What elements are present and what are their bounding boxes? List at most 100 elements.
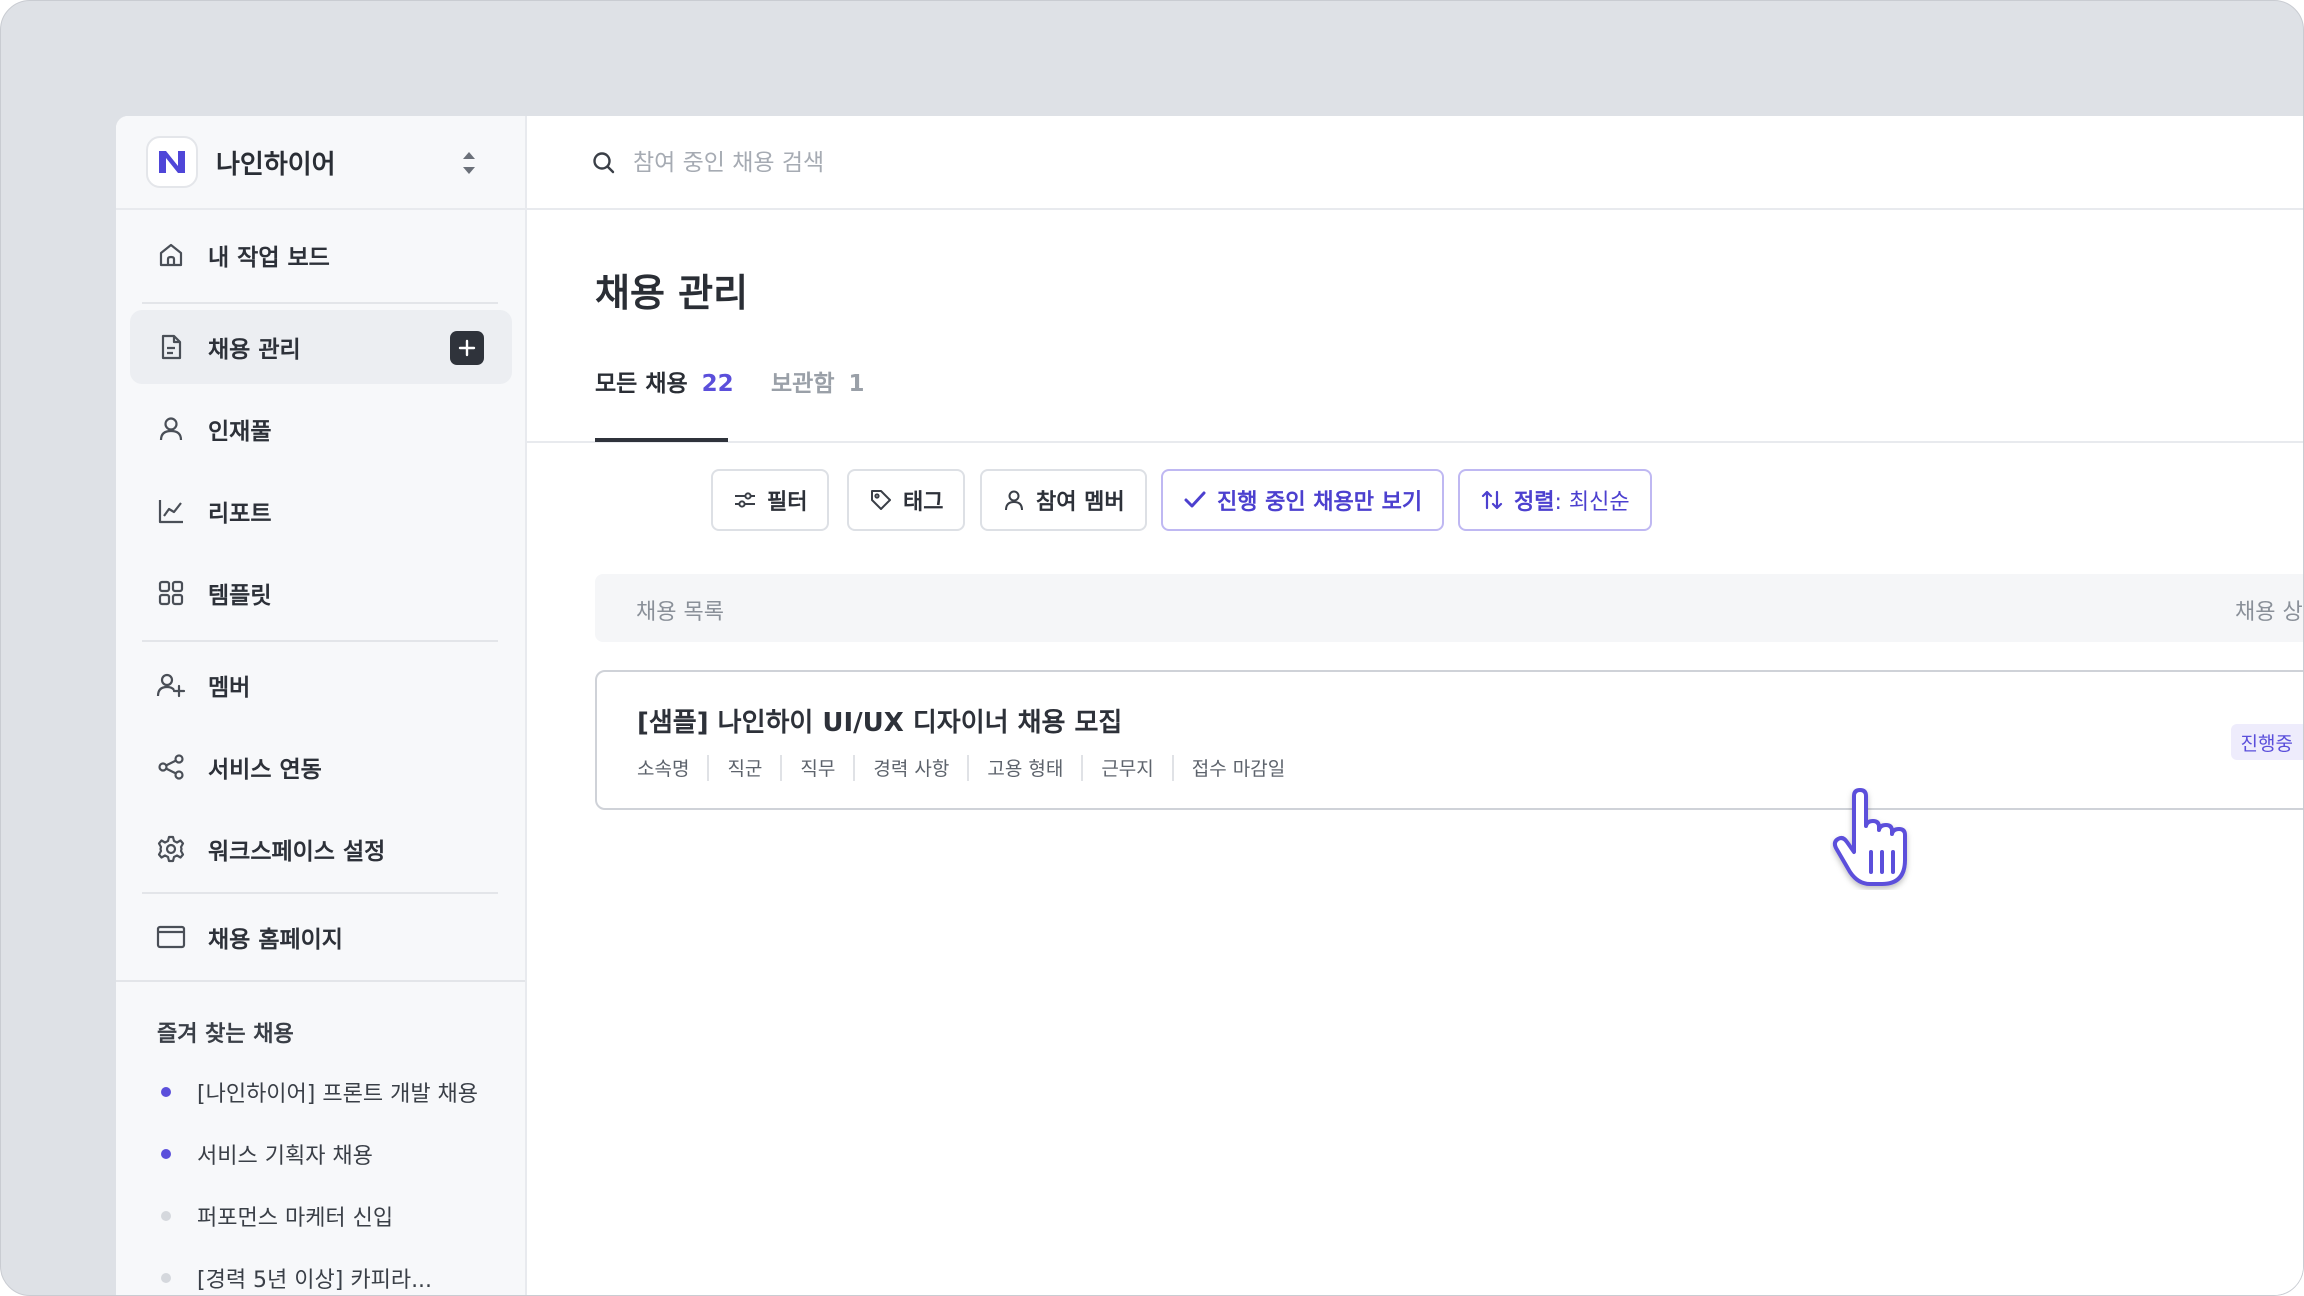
main-content: 채용 관리 모든 채용 22 보관함 1 필터 태그	[527, 116, 2303, 1295]
user-plus-icon	[156, 670, 186, 700]
sidebar-item-label: 내 작업 보드	[208, 245, 330, 271]
window-frame: 나인하이어 내 작업 보드 채용 관리 인재풀 리포트 템플릿 멤버 서비스 연…	[0, 0, 2304, 1296]
sidebar-item-templates[interactable]: 템플릿	[130, 556, 512, 630]
sidebar-item-members[interactable]: 멤버	[130, 648, 512, 722]
status-dot	[161, 1211, 171, 1221]
job-title: [샘플] 나인하이 UI/UX 디자이너 채용 모집	[637, 708, 1123, 738]
workspace-name: 나인하이어	[216, 150, 336, 180]
workspace-switcher[interactable]: 나인하이어	[116, 116, 525, 210]
sidebar-item-label: 워크스페이스 설정	[208, 839, 386, 865]
meta-role: 직무	[800, 758, 836, 780]
gear-icon	[156, 834, 186, 864]
tab-all-recruitments[interactable]: 모든 채용 22	[595, 364, 734, 398]
chart-line-icon	[156, 496, 186, 526]
favorite-label: [경력 5년 이상] 카피라...	[197, 1268, 433, 1293]
status-badge: 진행중	[2230, 724, 2303, 760]
active-tab-indicator	[595, 438, 728, 442]
meta-separator	[1081, 754, 1084, 781]
sidebar-divider	[142, 892, 498, 894]
meta-job-group: 직군	[727, 758, 763, 780]
check-icon	[1183, 489, 1207, 511]
tab-label: 보관함	[771, 371, 835, 397]
favorite-item[interactable]: 퍼포먼스 마케터 신입	[161, 1200, 393, 1232]
tag-icon	[869, 488, 893, 512]
meta-separator	[1171, 754, 1174, 781]
workspace-logo-icon	[146, 136, 198, 188]
status-dot	[161, 1273, 171, 1283]
list-header: 채용 목록 채용 상태	[595, 574, 2303, 642]
sidebar-item-label: 서비스 연동	[208, 757, 322, 783]
favorite-label: 퍼포먼스 마케터 신입	[197, 1206, 394, 1231]
meta-separator	[707, 754, 710, 781]
tab-count: 1	[848, 371, 865, 397]
sidebar-divider	[142, 640, 498, 642]
members-label: 참여 멤버	[1036, 490, 1125, 515]
favorite-item[interactable]: 서비스 기획자 채용	[161, 1138, 373, 1170]
tag-label: 태그	[903, 490, 944, 515]
status-dot	[161, 1149, 171, 1159]
grid-icon	[156, 578, 186, 608]
filter-button[interactable]: 필터	[711, 469, 830, 531]
favorite-item[interactable]: [경력 5년 이상] 카피라...	[161, 1262, 432, 1294]
search-bar	[527, 116, 2303, 210]
tag-button[interactable]: 태그	[847, 469, 966, 531]
sidebar-item-label: 멤버	[208, 675, 251, 701]
favorites-title: 즐겨 찾는 채용	[157, 1022, 294, 1047]
sort-label: 정렬	[1514, 490, 1555, 515]
sort-value: : 최신순	[1554, 490, 1630, 515]
meta-location: 근무지	[1101, 758, 1154, 780]
sidebar-item-workspace-settings[interactable]: 워크스페이스 설정	[130, 812, 512, 886]
search-input[interactable]	[631, 142, 1235, 184]
share-icon	[156, 752, 186, 782]
search-icon	[593, 152, 615, 174]
sidebar-item-label: 리포트	[208, 501, 272, 527]
sidebar-divider	[116, 980, 525, 982]
home-icon	[156, 240, 186, 270]
sidebar: 나인하이어 내 작업 보드 채용 관리 인재풀 리포트 템플릿 멤버 서비스 연…	[116, 116, 527, 1295]
favorite-item[interactable]: [나인하이어] 프론트 개발 채용	[161, 1076, 478, 1108]
favorite-label: 서비스 기획자 채용	[197, 1144, 373, 1169]
person-icon	[156, 414, 186, 444]
sliders-icon	[733, 490, 757, 510]
sidebar-item-talent-pool[interactable]: 인재풀	[130, 392, 512, 466]
participating-members-button[interactable]: 참여 멤버	[980, 469, 1147, 531]
list-header-title: 채용 목록	[636, 600, 724, 625]
meta-employment-type: 고용 형태	[987, 758, 1064, 780]
hand-cursor-icon	[1832, 788, 1907, 886]
meta-experience: 경력 사항	[873, 758, 950, 780]
person-icon	[1002, 488, 1026, 512]
sidebar-item-label: 채용 관리	[208, 337, 301, 363]
sort-arrows-icon	[1480, 488, 1504, 512]
sidebar-divider	[142, 302, 498, 304]
sidebar-item-label: 채용 홈페이지	[208, 927, 343, 953]
filter-label: 필터	[767, 490, 808, 515]
meta-separator	[967, 754, 970, 781]
active-only-toggle[interactable]: 진행 중인 채용만 보기	[1161, 469, 1445, 531]
sidebar-item-report[interactable]: 리포트	[130, 474, 512, 548]
sort-button[interactable]: 정렬 : 최신순	[1458, 469, 1652, 531]
sidebar-item-integrations[interactable]: 서비스 연동	[130, 730, 512, 804]
tabs-divider	[527, 441, 2303, 443]
tab-archive[interactable]: 보관함 1	[771, 364, 865, 398]
active-only-label: 진행 중인 채용만 보기	[1217, 490, 1423, 515]
sidebar-item-label: 템플릿	[208, 583, 272, 609]
sidebar-item-career-site[interactable]: 채용 홈페이지	[130, 900, 512, 974]
job-meta: 소속명 직군 직무 경력 사항 고용 형태 근무지 접수 마감일	[637, 754, 1285, 781]
sidebar-item-label: 인재풀	[208, 419, 272, 445]
sidebar-item-dashboard[interactable]: 내 작업 보드	[130, 218, 512, 292]
meta-deadline: 접수 마감일	[1191, 758, 1286, 780]
browser-window-icon	[156, 922, 186, 952]
favorite-label: [나인하이어] 프론트 개발 채용	[197, 1082, 479, 1107]
status-dot	[161, 1087, 171, 1097]
tab-label: 모든 채용	[595, 371, 688, 397]
meta-separator	[853, 754, 856, 781]
page-title: 채용 관리	[595, 271, 749, 315]
chevron-updown-icon[interactable]	[460, 148, 478, 178]
meta-separator	[780, 754, 783, 781]
list-header-status: 채용 상태	[2235, 600, 2303, 625]
app-window: 나인하이어 내 작업 보드 채용 관리 인재풀 리포트 템플릿 멤버 서비스 연…	[116, 116, 2303, 1295]
job-card[interactable]: [샘플] 나인하이 UI/UX 디자이너 채용 모집 소속명 직군 직무 경력 …	[595, 670, 2303, 810]
add-recruitment-button[interactable]	[450, 331, 484, 365]
meta-affiliation: 소속명	[637, 758, 690, 780]
sidebar-item-recruitment[interactable]: 채용 관리	[130, 310, 512, 384]
